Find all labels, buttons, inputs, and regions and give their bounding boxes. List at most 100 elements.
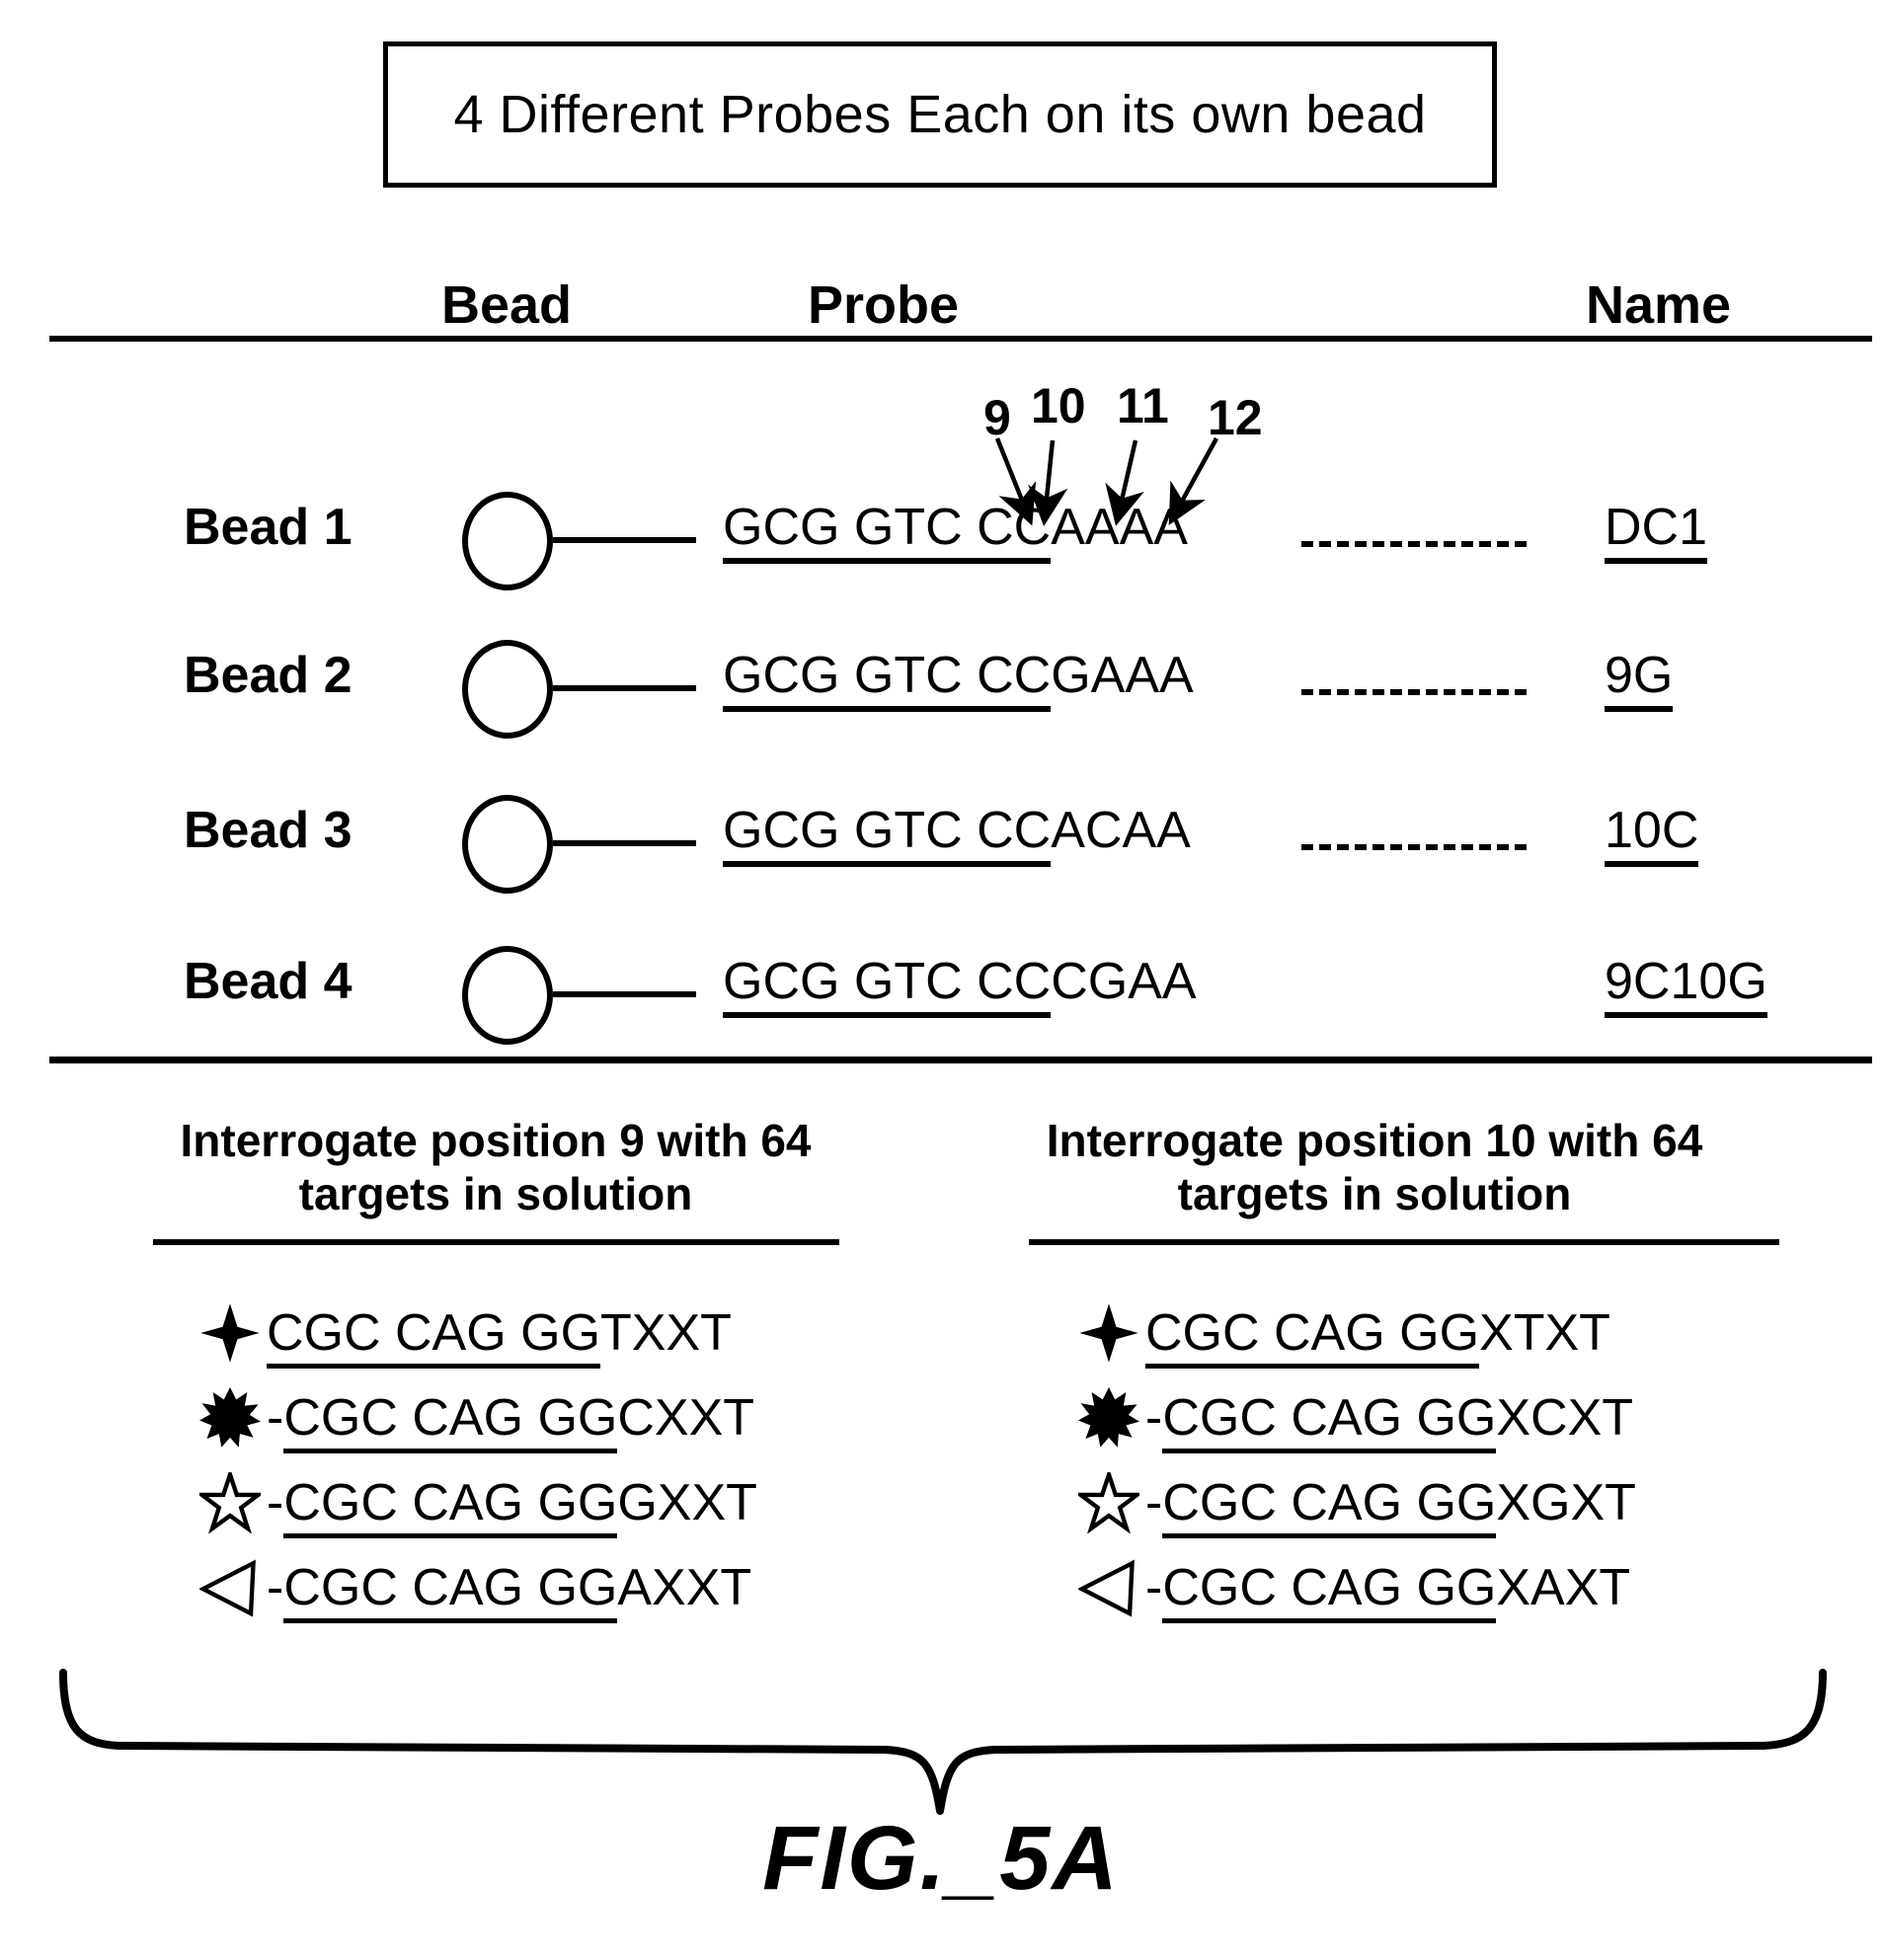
panel-divider — [1029, 1238, 1779, 1245]
target-sequence: CGC CAG GGTXXT — [267, 1303, 732, 1369]
probe-name: 9C10G — [1605, 952, 1767, 1018]
list-item: -CGC CAG GGGXXT — [194, 1464, 841, 1541]
target-list: CGC CAG GGXTXT -CGC CAG GGXCXT -CGC CAG … — [1072, 1294, 1720, 1626]
probe-variable-region: ACAA — [1051, 802, 1191, 859]
target-dash: - — [1145, 1558, 1163, 1616]
column-header-probe: Probe — [808, 275, 960, 335]
target-variable-region: TXXT — [600, 1303, 732, 1362]
list-item: -CGC CAG GGCXXT — [194, 1379, 841, 1456]
probe-name-text: 10C — [1605, 802, 1699, 867]
bead-label: Bead 3 — [184, 802, 353, 859]
panel-title-line-2: targets in solution — [298, 1168, 693, 1220]
target-sequence: -CGC CAG GGGXXT — [267, 1473, 757, 1538]
list-item: CGC CAG GGTXXT — [194, 1294, 841, 1372]
five-point-star-icon — [1072, 1471, 1145, 1533]
column-header-name: Name — [1586, 275, 1732, 335]
bottom-brace — [59, 1669, 1827, 1815]
target-sequence: CGC CAG GGXTXT — [1145, 1303, 1610, 1369]
probe-name-text: 9C10G — [1605, 953, 1767, 1018]
probe-variable-region: AAAA — [1051, 499, 1188, 556]
target-constant-region: CGC CAG GG — [283, 1558, 618, 1623]
table-bottom-divider — [49, 1057, 1872, 1063]
target-sequence: -CGC CAG GGXCXT — [1145, 1388, 1634, 1453]
panel-title: Interrogate position 10 with 64 targets … — [1029, 1114, 1720, 1221]
figure-caption: FIG._5A — [762, 1808, 1120, 1909]
bead-circle-icon — [462, 946, 553, 1045]
target-dash: - — [1145, 1388, 1163, 1447]
target-dash: - — [267, 1473, 284, 1531]
probe-constant-region: GCG GTC CC — [723, 647, 1052, 712]
bead-label: Bead 1 — [184, 499, 353, 556]
list-item: -CGC CAG GGXCXT — [1072, 1379, 1720, 1456]
target-list: CGC CAG GGTXXT -CGC CAG GGCXXT -CGC CAG … — [194, 1294, 841, 1626]
target-sequence: -CGC CAG GGXAXT — [1145, 1558, 1630, 1623]
bead-linker-line — [553, 991, 696, 997]
bead-linker-line — [553, 840, 696, 846]
table-top-divider — [49, 336, 1872, 342]
probe-name: DC1 — [1605, 498, 1708, 564]
position-callout-11: 11 — [1117, 378, 1169, 433]
target-variable-region: XCXT — [1496, 1388, 1634, 1447]
table-row: Bead 3 GCG GTC CCACAA 10C — [0, 787, 1882, 896]
target-constant-region: CGC CAG GG — [283, 1473, 618, 1538]
starburst-icon — [194, 1386, 267, 1449]
bead-circle-icon — [462, 640, 553, 739]
target-constant-region: CGC CAG GG — [1145, 1303, 1480, 1369]
row-dashed-connector — [1301, 844, 1527, 850]
probe-variable-region: GAAA — [1051, 647, 1194, 704]
table-row: Bead 1 GCG GTC CCAAAA DC1 — [0, 484, 1882, 592]
target-constant-region: CGC CAG GG — [267, 1303, 601, 1369]
interrogate-panel-position-9: Interrogate position 9 with 64 targets i… — [150, 1114, 841, 1634]
target-variable-region: AXXT — [617, 1558, 752, 1616]
list-item: -CGC CAG GGXGXT — [1072, 1464, 1720, 1541]
probe-constant-region: GCG GTC CC — [723, 802, 1052, 867]
panel-title-line-2: targets in solution — [1177, 1168, 1572, 1220]
left-triangle-icon — [194, 1557, 267, 1618]
row-dashed-connector — [1301, 541, 1527, 547]
target-sequence: -CGC CAG GGXGXT — [1145, 1473, 1636, 1538]
probe-name-text: DC1 — [1605, 499, 1708, 564]
list-item: -CGC CAG GGAXXT — [194, 1549, 841, 1626]
bead-circle-icon — [462, 795, 553, 894]
target-variable-region: GXXT — [617, 1473, 757, 1531]
title-box: 4 Different Probes Each on its own bead — [383, 41, 1497, 188]
panel-title: Interrogate position 9 with 64 targets i… — [150, 1114, 841, 1221]
panel-divider — [152, 1238, 839, 1245]
column-header-bead: Bead — [441, 275, 573, 335]
title-text: 4 Different Probes Each on its own bead — [453, 85, 1427, 144]
target-constant-region: CGC CAG GG — [1162, 1388, 1497, 1453]
bead-linker-line — [553, 685, 696, 691]
list-item: -CGC CAG GGXAXT — [1072, 1549, 1720, 1626]
probe-constant-region: GCG GTC CC — [723, 953, 1052, 1018]
sparkle-star-icon — [194, 1302, 267, 1364]
probe-sequence: GCG GTC CCAAAA — [723, 498, 1188, 564]
probe-variable-region: CGAA — [1051, 953, 1197, 1010]
bead-linker-line — [553, 537, 696, 543]
left-triangle-icon — [1072, 1557, 1145, 1618]
bead-label: Bead 2 — [184, 647, 353, 704]
list-item: CGC CAG GGXTXT — [1072, 1294, 1720, 1372]
panel-title-line-1: Interrogate position 9 with 64 — [180, 1115, 812, 1166]
position-callout-10: 10 — [1031, 378, 1086, 433]
five-point-star-icon — [194, 1471, 267, 1533]
interrogate-panel-position-10: Interrogate position 10 with 64 targets … — [1029, 1114, 1779, 1634]
target-variable-region: XTXT — [1479, 1303, 1610, 1362]
probe-sequence: GCG GTC CCCGAA — [723, 952, 1197, 1018]
probe-sequence: GCG GTC CCACAA — [723, 801, 1191, 867]
target-dash: - — [1145, 1473, 1163, 1531]
target-variable-region: XGXT — [1496, 1473, 1636, 1531]
sparkle-star-icon — [1072, 1302, 1145, 1364]
probe-name-text: 9G — [1605, 647, 1674, 712]
target-constant-region: CGC CAG GG — [283, 1388, 618, 1453]
table-row: Bead 4 GCG GTC CCCGAA 9C10G — [0, 938, 1882, 1047]
target-dash: - — [267, 1558, 284, 1616]
probe-sequence: GCG GTC CCGAAA — [723, 646, 1194, 712]
target-dash: - — [267, 1388, 284, 1447]
table-row: Bead 2 GCG GTC CCGAAA 9G — [0, 632, 1882, 741]
probe-constant-region: GCG GTC CC — [723, 499, 1052, 564]
row-dashed-connector — [1301, 689, 1527, 695]
starburst-icon — [1072, 1386, 1145, 1449]
target-sequence: -CGC CAG GGCXXT — [267, 1388, 754, 1453]
panel-title-line-1: Interrogate position 10 with 64 — [1046, 1115, 1703, 1166]
bead-label: Bead 4 — [184, 953, 353, 1010]
